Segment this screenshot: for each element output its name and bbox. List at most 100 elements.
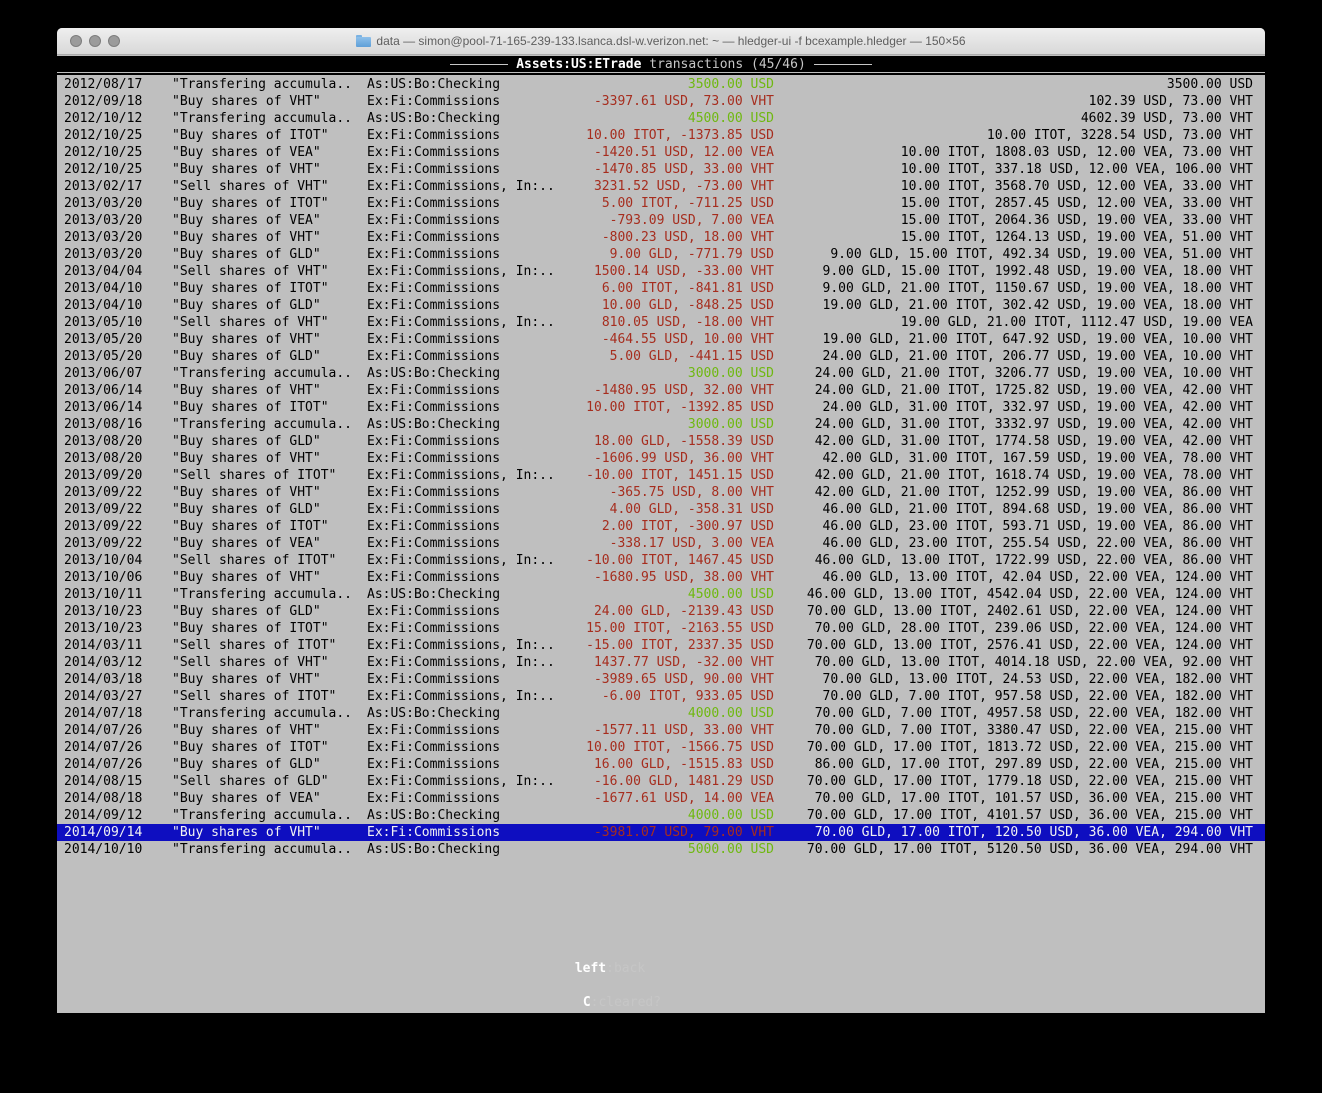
transaction-row[interactable]: 2013/09/22 "Buy shares of VEA" Ex:Fi:Com… — [57, 535, 1265, 552]
transaction-other-accounts: Ex:Fi:Commissions, In:.. — [367, 688, 567, 705]
transaction-other-accounts: Ex:Fi:Commissions — [367, 756, 567, 773]
transaction-description: "Transfering accumula.. — [172, 586, 367, 603]
transaction-row[interactable]: 2014/07/26 "Buy shares of VHT" Ex:Fi:Com… — [57, 722, 1265, 739]
transaction-other-accounts: Ex:Fi:Commissions — [367, 195, 567, 212]
transaction-row[interactable]: 2013/09/22 "Buy shares of ITOT" Ex:Fi:Co… — [57, 518, 1265, 535]
transaction-row[interactable]: 2014/08/18 "Buy shares of VEA" Ex:Fi:Com… — [57, 790, 1265, 807]
transaction-row[interactable]: 2014/09/12 "Transfering accumula.. As:US… — [57, 807, 1265, 824]
transaction-row[interactable]: 2013/05/20 "Buy shares of GLD" Ex:Fi:Com… — [57, 348, 1265, 365]
transaction-description: "Transfering accumula.. — [172, 807, 367, 824]
transaction-balance: 70.00 GLD, 17.00 ITOT, 120.50 USD, 36.00… — [774, 824, 1253, 841]
transaction-row[interactable]: 2014/03/11 "Sell shares of ITOT" Ex:Fi:C… — [57, 637, 1265, 654]
transaction-amount: -10.00 ITOT, 1451.15 USD — [567, 467, 774, 484]
transaction-row[interactable]: 2013/10/04 "Sell shares of ITOT" Ex:Fi:C… — [57, 552, 1265, 569]
header-rule-left — [450, 64, 508, 65]
transaction-row[interactable]: 2014/03/18 "Buy shares of VHT" Ex:Fi:Com… — [57, 671, 1265, 688]
transaction-description: "Transfering accumula.. — [172, 76, 367, 93]
transaction-balance: 42.00 GLD, 31.00 ITOT, 167.59 USD, 19.00… — [774, 450, 1253, 467]
transaction-other-accounts: Ex:Fi:Commissions — [367, 382, 567, 399]
transaction-row[interactable]: 2013/03/20 "Buy shares of VEA" Ex:Fi:Com… — [57, 212, 1265, 229]
transaction-row[interactable]: 2013/06/14 "Buy shares of ITOT" Ex:Fi:Co… — [57, 399, 1265, 416]
transaction-row[interactable]: 2014/07/18 "Transfering accumula.. As:US… — [57, 705, 1265, 722]
transaction-balance: 70.00 GLD, 13.00 ITOT, 2576.41 USD, 22.0… — [774, 637, 1253, 654]
transaction-row[interactable]: 2014/03/27 "Sell shares of ITOT" Ex:Fi:C… — [57, 688, 1265, 705]
transaction-description: "Buy shares of ITOT" — [172, 399, 367, 416]
transaction-other-accounts: Ex:Fi:Commissions, In:.. — [367, 178, 567, 195]
transaction-description: "Buy shares of ITOT" — [172, 739, 367, 756]
transaction-amount: 10.00 ITOT, -1373.85 USD — [567, 127, 774, 144]
transaction-row[interactable]: 2013/05/20 "Buy shares of VHT" Ex:Fi:Com… — [57, 331, 1265, 348]
transaction-amount: 10.00 ITOT, -1566.75 USD — [567, 739, 774, 756]
terminal-screen[interactable]: Assets:US:ETrade transactions (45/46) 20… — [57, 56, 1265, 1013]
transaction-other-accounts: Ex:Fi:Commissions, In:.. — [367, 314, 567, 331]
transaction-row[interactable]: 2012/10/25 "Buy shares of ITOT" Ex:Fi:Co… — [57, 127, 1265, 144]
transaction-row[interactable]: 2013/09/22 "Buy shares of GLD" Ex:Fi:Com… — [57, 501, 1265, 518]
shortcut-key: C — [583, 995, 591, 1010]
transaction-row[interactable]: 2013/03/20 "Buy shares of VHT" Ex:Fi:Com… — [57, 229, 1265, 246]
transaction-row[interactable]: 2014/08/15 "Sell shares of GLD" Ex:Fi:Co… — [57, 773, 1265, 790]
transaction-description: "Buy shares of VHT" — [172, 382, 367, 399]
transaction-date: 2014/09/14 — [64, 824, 172, 841]
transaction-description: "Buy shares of GLD" — [172, 246, 367, 263]
transaction-description: "Buy shares of VEA" — [172, 212, 367, 229]
transaction-other-accounts: Ex:Fi:Commissions — [367, 824, 567, 841]
transaction-description: "Buy shares of VHT" — [172, 161, 367, 178]
transaction-row[interactable]: 2013/09/22 "Buy shares of VHT" Ex:Fi:Com… — [57, 484, 1265, 501]
transaction-row[interactable]: 2013/05/10 "Sell shares of VHT" Ex:Fi:Co… — [57, 314, 1265, 331]
transaction-row[interactable]: 2013/02/17 "Sell shares of VHT" Ex:Fi:Co… — [57, 178, 1265, 195]
minimize-button[interactable] — [89, 35, 101, 47]
transaction-row[interactable]: 2013/10/06 "Buy shares of VHT" Ex:Fi:Com… — [57, 569, 1265, 586]
transaction-row[interactable]: 2013/06/14 "Buy shares of VHT" Ex:Fi:Com… — [57, 382, 1265, 399]
transaction-balance: 70.00 GLD, 13.00 ITOT, 4014.18 USD, 22.0… — [774, 654, 1253, 671]
transaction-row[interactable]: 2014/03/12 "Sell shares of VHT" Ex:Fi:Co… — [57, 654, 1265, 671]
transaction-row[interactable]: 2013/04/04 "Sell shares of VHT" Ex:Fi:Co… — [57, 263, 1265, 280]
transaction-row[interactable]: 2014/10/10 "Transfering accumula.. As:US… — [57, 841, 1265, 858]
transaction-balance: 24.00 GLD, 21.00 ITOT, 1725.82 USD, 19.0… — [774, 382, 1253, 399]
transaction-row[interactable]: 2013/03/20 "Buy shares of ITOT" Ex:Fi:Co… — [57, 195, 1265, 212]
transaction-date: 2014/03/11 — [64, 637, 172, 654]
transaction-row[interactable]: 2013/06/07 "Transfering accumula.. As:US… — [57, 365, 1265, 382]
transaction-other-accounts: Ex:Fi:Commissions — [367, 603, 567, 620]
transaction-amount: 2.00 ITOT, -300.97 USD — [567, 518, 774, 535]
transaction-row[interactable]: 2013/08/20 "Buy shares of VHT" Ex:Fi:Com… — [57, 450, 1265, 467]
close-button[interactable] — [70, 35, 82, 47]
transaction-row[interactable]: 2012/10/25 "Buy shares of VHT" Ex:Fi:Com… — [57, 161, 1265, 178]
transaction-balance: 70.00 GLD, 28.00 ITOT, 239.06 USD, 22.00… — [774, 620, 1253, 637]
transaction-row[interactable]: 2012/10/25 "Buy shares of VEA" Ex:Fi:Com… — [57, 144, 1265, 161]
transaction-amount: -1577.11 USD, 33.00 VHT — [567, 722, 774, 739]
transaction-row[interactable]: 2012/09/18 "Buy shares of VHT" Ex:Fi:Com… — [57, 93, 1265, 110]
transaction-balance: 46.00 GLD, 13.00 ITOT, 4542.04 USD, 22.0… — [774, 586, 1253, 603]
transaction-row[interactable]: 2013/03/20 "Buy shares of GLD" Ex:Fi:Com… — [57, 246, 1265, 263]
transaction-row[interactable]: 2013/10/11 "Transfering accumula.. As:US… — [57, 586, 1265, 603]
transaction-description: "Transfering accumula.. — [172, 841, 367, 858]
transaction-row[interactable]: 2013/10/23 "Buy shares of ITOT" Ex:Fi:Co… — [57, 620, 1265, 637]
transaction-amount: -15.00 ITOT, 2337.35 USD — [567, 637, 774, 654]
transaction-balance: 19.00 GLD, 21.00 ITOT, 647.92 USD, 19.00… — [774, 331, 1253, 348]
footer-shortcut[interactable]: left:back — [575, 961, 645, 976]
transaction-row[interactable]: 2014/07/26 "Buy shares of ITOT" Ex:Fi:Co… — [57, 739, 1265, 756]
transaction-row[interactable]: 2012/10/12 "Transfering accumula.. As:US… — [57, 110, 1265, 127]
zoom-button[interactable] — [108, 35, 120, 47]
transaction-row[interactable]: 2014/07/26 "Buy shares of GLD" Ex:Fi:Com… — [57, 756, 1265, 773]
transaction-other-accounts: Ex:Fi:Commissions — [367, 297, 567, 314]
transaction-amount: -800.23 USD, 18.00 VHT — [567, 229, 774, 246]
transaction-balance: 86.00 GLD, 17.00 ITOT, 297.89 USD, 22.00… — [774, 756, 1253, 773]
transaction-amount: 16.00 GLD, -1515.83 USD — [567, 756, 774, 773]
transaction-row[interactable]: 2014/09/14 "Buy shares of VHT" Ex:Fi:Com… — [57, 824, 1265, 841]
transaction-row[interactable]: 2013/10/23 "Buy shares of GLD" Ex:Fi:Com… — [57, 603, 1265, 620]
transaction-other-accounts: Ex:Fi:Commissions — [367, 450, 567, 467]
transaction-description: "Sell shares of ITOT" — [172, 637, 367, 654]
titlebar[interactable]: data — simon@pool-71-165-239-133.lsanca.… — [57, 28, 1265, 55]
transaction-row[interactable]: 2013/04/10 "Buy shares of GLD" Ex:Fi:Com… — [57, 297, 1265, 314]
transaction-row[interactable]: 2013/04/10 "Buy shares of ITOT" Ex:Fi:Co… — [57, 280, 1265, 297]
transaction-row[interactable]: 2013/08/20 "Buy shares of GLD" Ex:Fi:Com… — [57, 433, 1265, 450]
transaction-date: 2013/03/20 — [64, 212, 172, 229]
transaction-description: "Transfering accumula.. — [172, 416, 367, 433]
footer-shortcut[interactable]: C:cleared? — [583, 995, 661, 1010]
transaction-row[interactable]: 2013/08/16 "Transfering accumula.. As:US… — [57, 416, 1265, 433]
transaction-other-accounts: As:US:Bo:Checking — [367, 110, 567, 127]
header-rule-right — [814, 64, 872, 65]
transaction-row[interactable]: 2013/09/20 "Sell shares of ITOT" Ex:Fi:C… — [57, 467, 1265, 484]
transaction-amount: -1420.51 USD, 12.00 VEA — [567, 144, 774, 161]
transaction-row[interactable]: 2012/08/17 "Transfering accumula.. As:US… — [57, 76, 1265, 93]
